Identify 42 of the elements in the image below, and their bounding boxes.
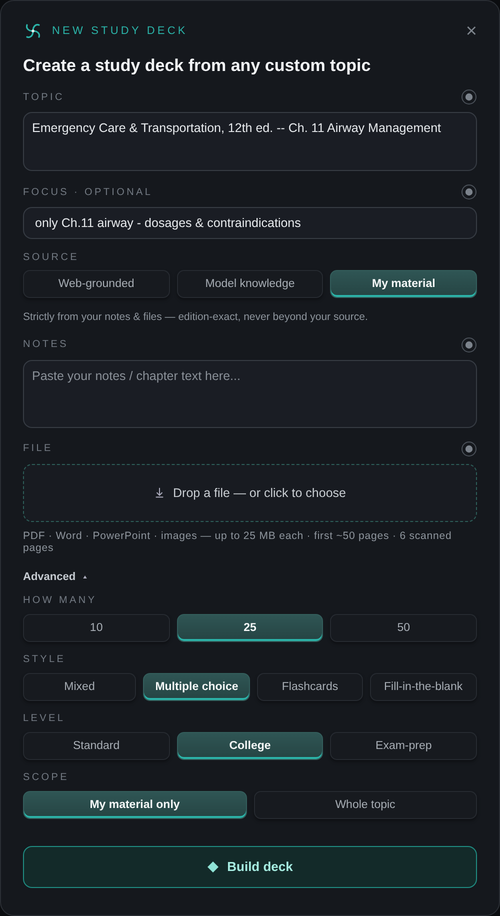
close-button[interactable]: × xyxy=(466,22,477,40)
field-label: NOTES xyxy=(23,339,68,350)
advanced-toggle[interactable]: Advanced xyxy=(23,570,88,583)
field-label: STYLE xyxy=(23,654,66,666)
radio-icon[interactable] xyxy=(461,89,477,105)
segment-button[interactable]: Multiple choice xyxy=(143,672,250,701)
segment-button[interactable]: Mixed xyxy=(23,672,136,701)
segment-button[interactable]: 50 xyxy=(330,614,477,642)
radio-icon[interactable] xyxy=(461,336,477,353)
text-field[interactable]: Paste your notes / chapter text here... xyxy=(23,360,477,428)
segment-button[interactable]: Standard xyxy=(23,732,170,760)
text-field[interactable]: Emergency Care & Transportation, 12th ed. -- Ch. 11 Airway Management xyxy=(23,112,477,171)
field-label: LEVEL xyxy=(23,713,66,724)
segment-button[interactable]: Fill-in-the-blank xyxy=(370,672,477,701)
field-label: SCOPE xyxy=(23,772,70,784)
field-label: HOW MANY xyxy=(23,595,97,606)
diamond-icon xyxy=(207,860,220,873)
input-field[interactable]: only Ch.11 airway - dosages & contraindications xyxy=(23,207,477,239)
segment-button[interactable]: Exam-prep xyxy=(330,732,477,760)
segment-button[interactable]: 10 xyxy=(23,614,170,642)
download-icon xyxy=(154,487,165,498)
field-label: TOPIC xyxy=(23,92,64,102)
field-label: FOCUS · OPTIONAL xyxy=(23,186,153,198)
hint-text: PDF · Word · PowerPoint · images — up to 25 MB each · first ~50 pages · 6 scanned pages xyxy=(23,530,453,555)
dialog-title: NEW STUDY DECK xyxy=(52,25,188,37)
spiral-logo-icon xyxy=(23,21,43,41)
field-label: SOURCE xyxy=(23,252,79,262)
segment-button[interactable]: Web-grounded xyxy=(23,270,170,298)
segment-button[interactable]: Flashcards xyxy=(257,672,363,701)
segment-button[interactable]: Whole topic xyxy=(254,790,477,819)
dialog-heading: Create a study deck from any custom topic xyxy=(23,56,372,76)
segment-button[interactable]: My material xyxy=(330,270,477,298)
build-deck-button[interactable]: Build deck xyxy=(23,846,477,888)
field-label: FILE xyxy=(23,443,53,454)
segment-button[interactable]: 25 xyxy=(176,614,324,642)
hint-text: Strictly from your notes & files — edition-exact, never beyond your source. xyxy=(23,311,369,324)
radio-icon[interactable] xyxy=(461,440,477,457)
segment-button[interactable]: My material only xyxy=(23,790,246,819)
radio-icon[interactable] xyxy=(461,184,477,200)
segment-button[interactable]: College xyxy=(176,732,324,760)
file-dropzone[interactable]: Drop a file — or click to choose xyxy=(23,464,477,522)
segment-button[interactable]: Model knowledge xyxy=(176,270,324,298)
